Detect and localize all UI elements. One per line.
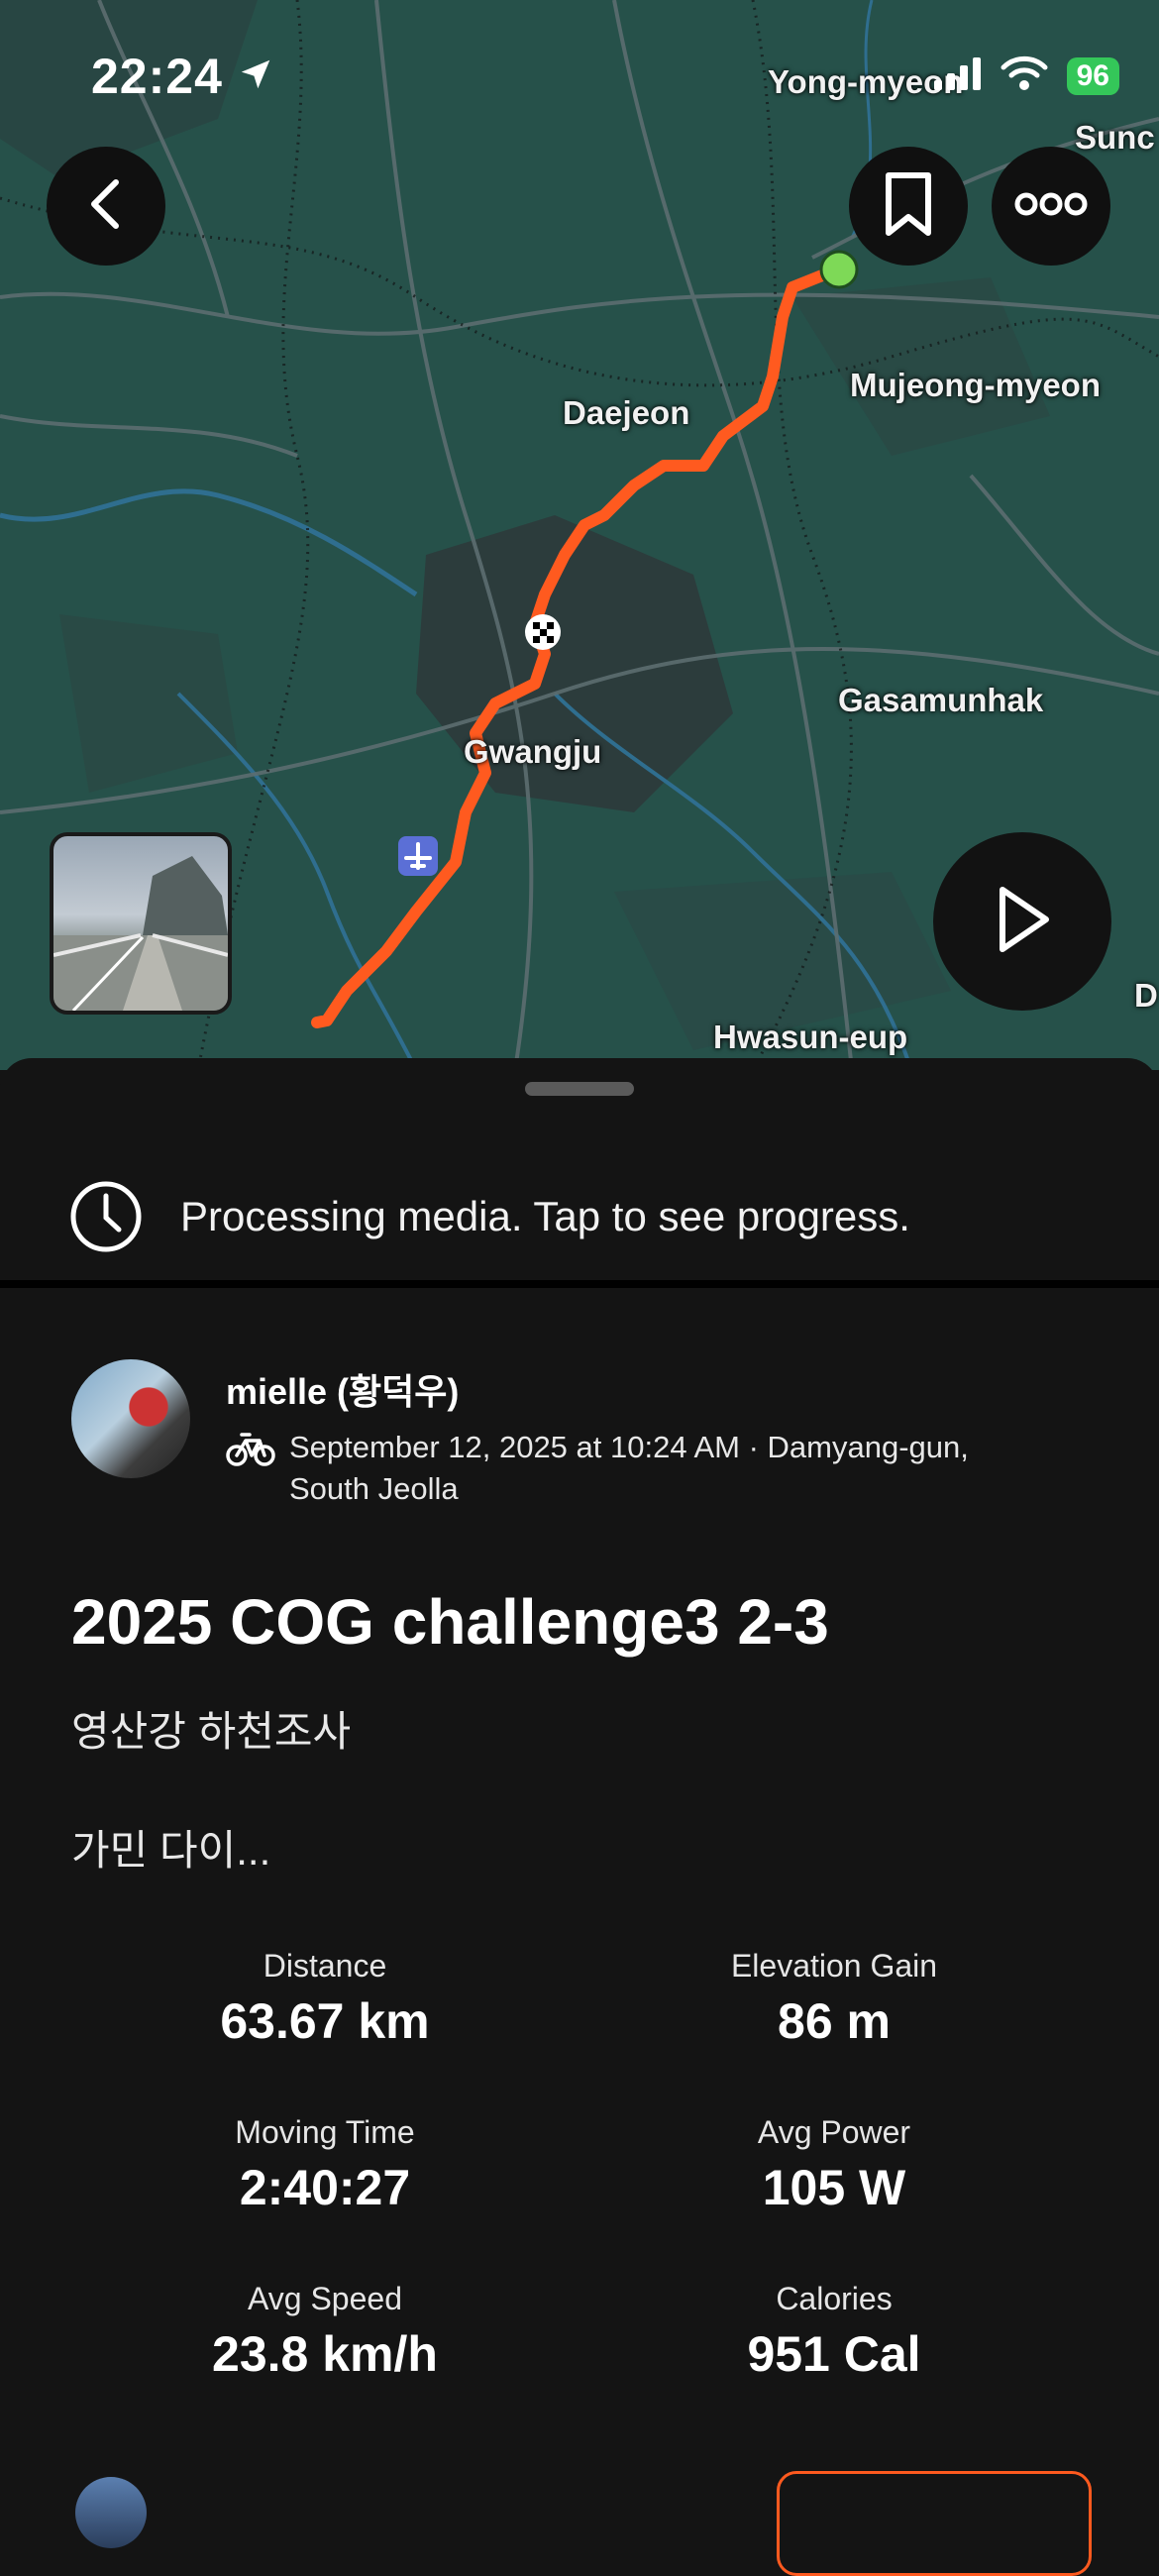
stat-label: Moving Time xyxy=(235,2114,415,2150)
stat-avg-power: Avg Power 105 W xyxy=(636,2114,1032,2216)
stat-label: Elevation Gain xyxy=(730,1948,938,1984)
processing-media-banner[interactable]: Processing media. Tap to see progress. xyxy=(0,1157,1159,1276)
map-label-gwangju: Gwangju xyxy=(464,733,602,770)
map-label-d: D xyxy=(1134,977,1158,1014)
bottom-row-button[interactable] xyxy=(777,2471,1092,2576)
bridge-photo xyxy=(53,856,228,1011)
status-time: 22:24 xyxy=(91,48,274,105)
clock-icon xyxy=(69,1180,143,1253)
more-options-button[interactable] xyxy=(992,147,1110,266)
bike-icon xyxy=(226,1429,275,1473)
wifi-icon xyxy=(1000,55,1049,96)
activity-description-line1: 영산강 하천조사 xyxy=(71,1708,352,1755)
stat-value: 63.67 km xyxy=(220,1993,430,2049)
activity-title: 2025 COG challenge3 2-3 xyxy=(71,1586,829,1658)
section-divider xyxy=(0,1280,1159,1288)
stat-avg-speed: Avg Speed 23.8 km/h xyxy=(127,2281,523,2383)
activity-description-line2[interactable]: 가민 다이... xyxy=(71,1817,270,1878)
play-flyover-button[interactable] xyxy=(933,832,1111,1011)
activity-meta: September 12, 2025 at 10:24 AM · Damyang… xyxy=(226,1427,1038,1510)
stat-value: 105 W xyxy=(762,2160,906,2215)
clock-text: 22:24 xyxy=(91,49,223,104)
map-label-hwasun: Hwasun-eup xyxy=(713,1019,908,1055)
stat-value: 86 m xyxy=(778,1993,891,2049)
stat-calories: Calories 951 Cal xyxy=(636,2281,1032,2383)
stat-label: Calories xyxy=(776,2281,893,2316)
stat-value: 951 Cal xyxy=(747,2326,921,2382)
processing-text: Processing media. Tap to see progress. xyxy=(180,1193,910,1239)
stat-moving-time: Moving Time 2:40:27 xyxy=(127,2114,523,2216)
map-label-mujeong: Mujeong-myeon xyxy=(850,367,1101,403)
stat-elevation-gain: Elevation Gain 86 m xyxy=(636,1948,1032,2050)
stat-distance: Distance 63.67 km xyxy=(127,1948,523,2050)
back-button[interactable] xyxy=(47,147,165,266)
stat-value: 23.8 km/h xyxy=(212,2326,438,2382)
signal-icon xyxy=(933,56,982,95)
activity-date-location: September 12, 2025 at 10:24 AM · Damyang… xyxy=(289,1430,969,1506)
athlete-avatar[interactable] xyxy=(71,1359,190,1478)
map-label-gasamunhak: Gasamunhak xyxy=(838,682,1044,718)
location-arrow-icon xyxy=(237,48,274,105)
bookmark-icon xyxy=(881,171,936,242)
chevron-left-icon xyxy=(84,176,128,237)
bottom-row-avatar[interactable] xyxy=(75,2477,147,2548)
athlete-name[interactable]: mielle (황덕우) xyxy=(226,1363,459,1415)
play-icon xyxy=(993,884,1052,960)
media-thumbnail[interactable] xyxy=(50,832,232,1015)
stat-label: Avg Speed xyxy=(248,2281,402,2316)
stat-value: 2:40:27 xyxy=(239,2160,411,2215)
stat-label: Distance xyxy=(263,1948,387,1984)
stat-label: Avg Power xyxy=(757,2114,911,2150)
route-map[interactable]: Yong-myeon Sunc Daejeon Mujeong-myeon Ga… xyxy=(0,0,1159,1070)
status-icons: 96 xyxy=(933,55,1119,96)
bookmark-button[interactable] xyxy=(849,147,968,266)
map-label-daejeon: Daejeon xyxy=(563,394,690,431)
sheet-drag-handle[interactable] xyxy=(525,1082,634,1096)
battery-indicator: 96 xyxy=(1066,56,1119,95)
map-label-sunc: Sunc xyxy=(1075,119,1155,156)
more-dots-icon xyxy=(1014,192,1088,221)
